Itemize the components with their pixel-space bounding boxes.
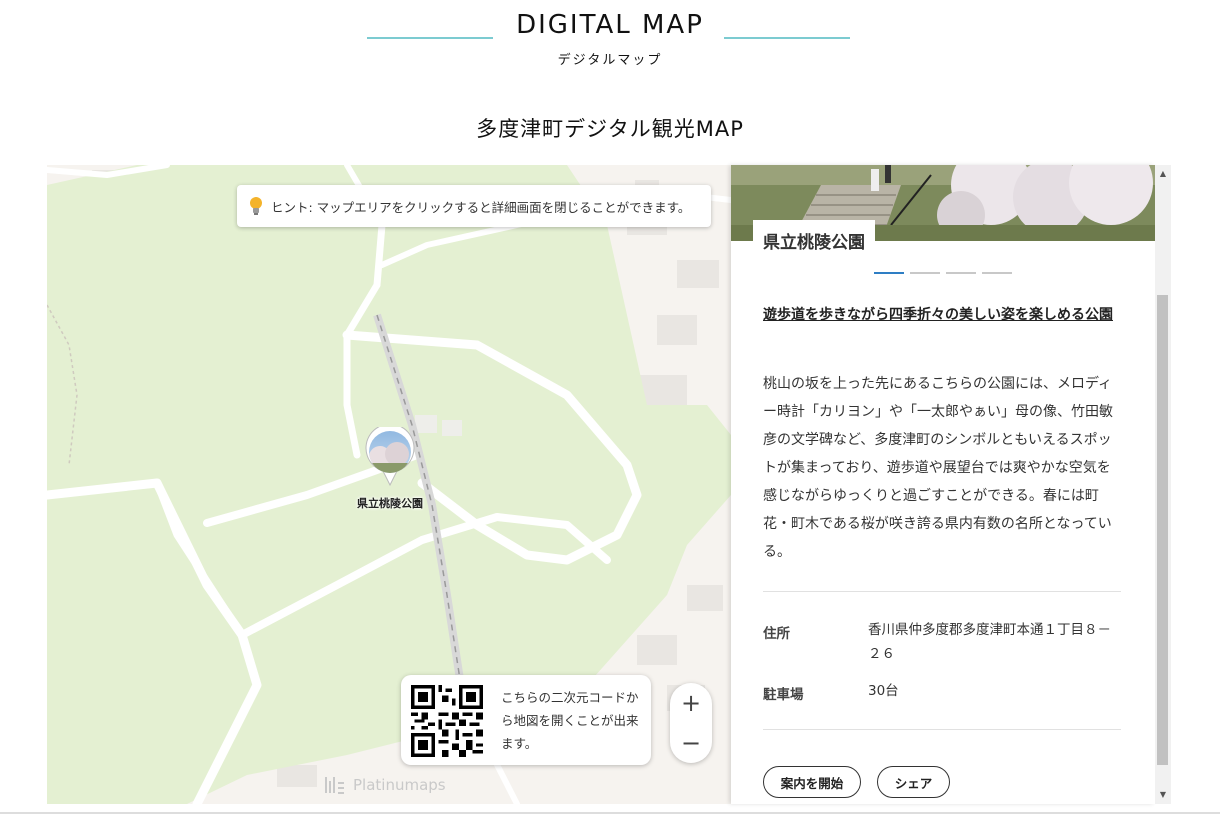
detail-panel: 県立桃陵公園 遊歩道を歩きながら四季折々の美しい姿を楽しめる公園 桃山の坂を上っ…	[731, 165, 1155, 804]
scroll-up-arrow-icon[interactable]: ▲	[1158, 169, 1168, 179]
share-button[interactable]: シェア	[877, 766, 950, 798]
map-hint-text: ヒント: マップエリアをクリックすると詳細画面を閉じることができます。	[271, 199, 691, 215]
zoom-control: + −	[670, 683, 712, 763]
qr-code-icon	[411, 685, 483, 757]
place-description: 桃山の坂を上った先にあるこちらの公園には、メロディー時計「カリヨン」や「一太郎や…	[763, 376, 1113, 560]
scrollbar-thumb[interactable]	[1157, 295, 1168, 765]
divider	[763, 729, 1121, 730]
scroll-down-arrow-icon[interactable]: ▼	[1158, 790, 1168, 800]
carousel-dot-2[interactable]	[910, 272, 940, 274]
platinumaps-logo-icon	[325, 777, 344, 794]
map-pin-label[interactable]: 県立桃陵公園	[337, 495, 443, 511]
photo-carousel-indicator	[874, 272, 1012, 274]
lightbulb-icon	[250, 197, 262, 215]
carousel-dot-3[interactable]	[946, 272, 976, 274]
page-bottom-border	[0, 812, 1220, 814]
platinumaps-logo-text: Platinumaps	[353, 776, 446, 794]
zoom-out-button[interactable]: −	[670, 723, 712, 763]
map-area[interactable]: ヒント: マップエリアをクリックすると詳細画面を閉じることができます。 県立桃陵…	[47, 165, 731, 804]
place-name: 県立桃陵公園	[753, 220, 875, 257]
parking-label: 駐車場	[763, 687, 804, 703]
platinumaps-logo: Platinumaps	[323, 771, 446, 799]
map-pin-toryo-park[interactable]	[365, 427, 415, 487]
panel-scrollbar[interactable]: ▲ ▼	[1155, 165, 1171, 804]
zoom-in-button[interactable]: +	[670, 683, 712, 723]
divider	[763, 591, 1121, 592]
address-label: 住所	[763, 626, 790, 642]
parking-value: 30台	[868, 683, 899, 699]
section-title: DIGITAL MAP	[516, 10, 704, 40]
start-guide-button[interactable]: 案内を開始	[763, 766, 861, 798]
carousel-dot-4[interactable]	[982, 272, 1012, 274]
section-subtitle: デジタルマップ	[557, 53, 663, 68]
place-catchphrase: 遊歩道を歩きながら四季折々の美しい姿を楽しめる公園	[763, 307, 1113, 323]
section-header: DIGITAL MAP デジタルマップ	[0, 0, 1220, 100]
carousel-dot-1[interactable]	[874, 272, 904, 274]
page-title: 多度津町デジタル観光MAP	[476, 117, 744, 141]
qr-code-card: こちらの二次元コードから地図を開くことが出来ます。	[401, 675, 651, 765]
qr-code-text: こちらの二次元コードから地図を開くことが出来ます。	[501, 690, 639, 751]
address-value: 香川県仲多度郡多度津町本通１丁目８－２６	[868, 622, 1111, 662]
map-hint: ヒント: マップエリアをクリックすると詳細画面を閉じることができます。	[237, 185, 711, 227]
